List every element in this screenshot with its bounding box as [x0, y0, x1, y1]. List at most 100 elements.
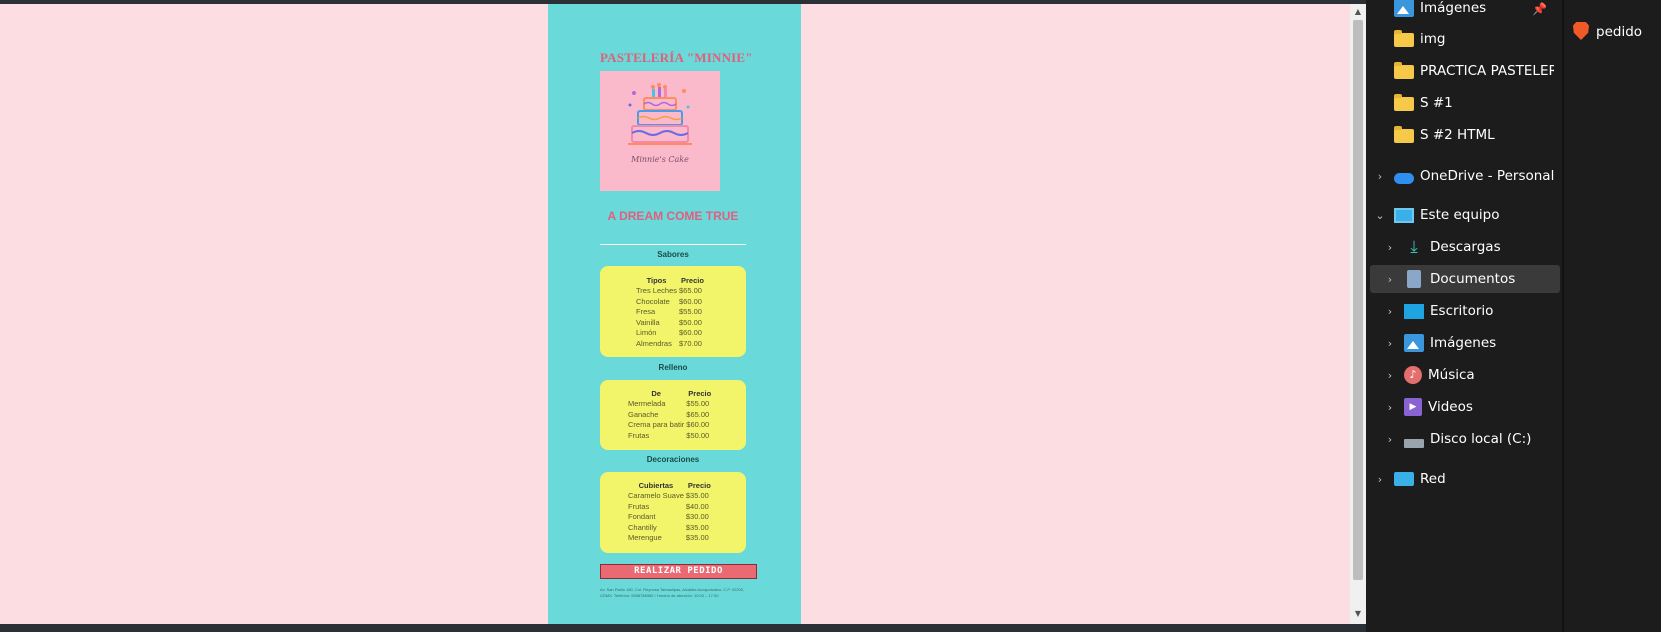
table-box-sabores: Tipos Precio Tres Leches $65.00 Chocolate… [600, 266, 746, 357]
table-row: Fondant $30.00 [627, 512, 714, 523]
item-name: Vainilla [636, 317, 660, 327]
explorer-file-pane [1564, 0, 1661, 632]
folder-icon [1394, 30, 1414, 47]
table-row: Crema para batir $60.00 [627, 420, 714, 431]
bakery-logo: Minnie's Cake [600, 71, 720, 191]
nav-item-musica[interactable]: › ♪ Música [1384, 361, 1558, 389]
bottom-bar [0, 624, 1366, 632]
column-header: De [651, 389, 661, 398]
item-price: $50.00 [686, 430, 710, 440]
item-name: Fresa [636, 307, 656, 316]
table-row: Frutas $50.00 [627, 431, 714, 442]
item-name: Merengue [628, 533, 662, 542]
nav-item-s1[interactable]: S #1 [1394, 89, 1554, 117]
nav-item-este-equipo[interactable]: ⌄ Este equipo [1374, 201, 1562, 229]
table-row: Ganache $65.00 [627, 410, 714, 421]
nav-item-imagenes-pinned[interactable]: Imágenes [1394, 0, 1554, 22]
item-price: $35.00 [685, 491, 709, 500]
nav-item-videos[interactable]: › ▶ Videos [1384, 393, 1558, 421]
scroll-up-icon[interactable]: ▲ [1353, 6, 1363, 18]
item-price: $35.00 [685, 533, 709, 542]
column-header: Precio [687, 481, 711, 490]
item-name: Fondant [628, 512, 656, 521]
images-icon [1404, 334, 1424, 352]
section-title-decoraciones: Decoraciones [646, 455, 700, 464]
file-item-pedido[interactable]: pedido [1596, 24, 1642, 40]
item-price: $60.00 [679, 328, 702, 337]
chevron-right-icon[interactable]: › [1384, 273, 1396, 286]
nav-item-onedrive[interactable]: › OneDrive - Personal [1374, 162, 1562, 190]
nav-item-label: Descargas [1430, 239, 1501, 255]
table-box-relleno: De Precio Mermelada $55.00 Ganache $65.00 … [600, 380, 746, 450]
nav-item-descargas[interactable]: › ⤓ Descargas [1384, 233, 1558, 261]
nav-item-documentos[interactable]: › Documentos [1370, 265, 1560, 293]
nav-item-label: Escritorio [1430, 303, 1494, 319]
page-scrollbar[interactable]: ▲ ▼ [1350, 4, 1366, 624]
scroll-thumb[interactable] [1353, 20, 1363, 580]
item-name: Crema para batir [628, 420, 685, 429]
pin-icon: 📌 [1532, 2, 1547, 16]
nav-item-label: img [1420, 31, 1446, 47]
item-name: Limón [636, 328, 657, 337]
table-box-decoraciones: Cubiertas Precio Caramelo Suave $35.00 Fr… [600, 472, 746, 553]
table-row: Tres Leches $65.00 [635, 286, 707, 297]
nav-item-label: Imágenes [1430, 335, 1497, 351]
chevron-right-icon[interactable]: › [1384, 401, 1396, 414]
drive-icon [1404, 438, 1424, 448]
item-name: Frutas [628, 430, 650, 440]
item-name: Chantilly [628, 522, 657, 532]
slogan: A DREAM COME TRUE [607, 209, 739, 223]
network-icon [1394, 472, 1414, 486]
downloads-icon: ⤓ [1410, 237, 1418, 257]
item-name: Mermelada [628, 399, 666, 408]
order-button[interactable]: REALIZAR PEDIDO [600, 564, 757, 579]
nav-item-escritorio[interactable]: › Escritorio [1384, 297, 1558, 325]
nav-item-label: S #1 [1420, 95, 1453, 111]
computer-icon [1394, 207, 1414, 223]
bakery-page: PASTELERÍA "MINNIE" Minnie's Cake A DREA… [548, 4, 801, 624]
chevron-right-icon[interactable]: › [1384, 305, 1396, 318]
documents-icon [1407, 270, 1421, 288]
item-name: Caramelo Suave [628, 491, 684, 500]
item-price: $50.00 [679, 317, 702, 327]
item-price: $30.00 [685, 512, 709, 521]
item-price: $65.00 [686, 409, 710, 419]
chevron-right-icon[interactable]: › [1384, 337, 1396, 350]
column-header: Precio [681, 276, 704, 285]
music-icon: ♪ [1404, 366, 1422, 384]
footer-address: Av. San Pablo 180, Col. Reynosa Tamaulip… [600, 587, 745, 598]
item-price: $35.00 [685, 522, 709, 532]
table-row: Caramelo Suave $35.00 [627, 491, 714, 502]
table-row: Almendras $70.00 [635, 339, 707, 350]
item-price: $60.00 [686, 420, 710, 429]
logo-caption: Minnie's Cake [631, 155, 689, 164]
table-header: De Precio [627, 389, 714, 399]
nav-item-practica-pasteleria[interactable]: PRACTICA PASTELERIA [1394, 57, 1554, 85]
table-row: Limón $60.00 [635, 328, 707, 339]
desktop-icon [1404, 303, 1424, 319]
item-name: Chocolate [636, 296, 670, 306]
nav-item-disco-local[interactable]: › Disco local (C:) [1384, 425, 1558, 453]
chevron-down-icon[interactable]: ⌄ [1374, 209, 1386, 222]
price-table-decoraciones: Cubiertas Precio Caramelo Suave $35.00 Fr… [627, 481, 714, 544]
chevron-right-icon[interactable]: › [1384, 369, 1396, 382]
nav-item-imagenes[interactable]: › Imágenes [1384, 329, 1558, 357]
item-price: $40.00 [685, 501, 709, 511]
nav-item-img[interactable]: img [1394, 25, 1554, 53]
nav-item-label: Este equipo [1420, 207, 1500, 223]
nav-item-s2-html[interactable]: S #2 HTML [1394, 121, 1554, 149]
folder-icon [1394, 94, 1414, 111]
nav-item-label: Música [1428, 367, 1475, 383]
nav-item-red[interactable]: › Red [1374, 465, 1562, 493]
folder-icon [1394, 62, 1414, 79]
scroll-down-icon[interactable]: ▼ [1353, 608, 1363, 620]
chevron-right-icon[interactable]: › [1384, 433, 1396, 446]
table-row: Fresa $55.00 [635, 307, 707, 318]
nav-item-label: S #2 HTML [1420, 127, 1495, 143]
chevron-right-icon[interactable]: › [1374, 170, 1386, 183]
chevron-right-icon[interactable]: › [1384, 241, 1396, 254]
section-title-sabores: Sabores [657, 250, 689, 259]
price-table-relleno: De Precio Mermelada $55.00 Ganache $65.00 … [627, 389, 714, 441]
videos-icon: ▶ [1404, 398, 1422, 416]
chevron-right-icon[interactable]: › [1374, 473, 1386, 486]
